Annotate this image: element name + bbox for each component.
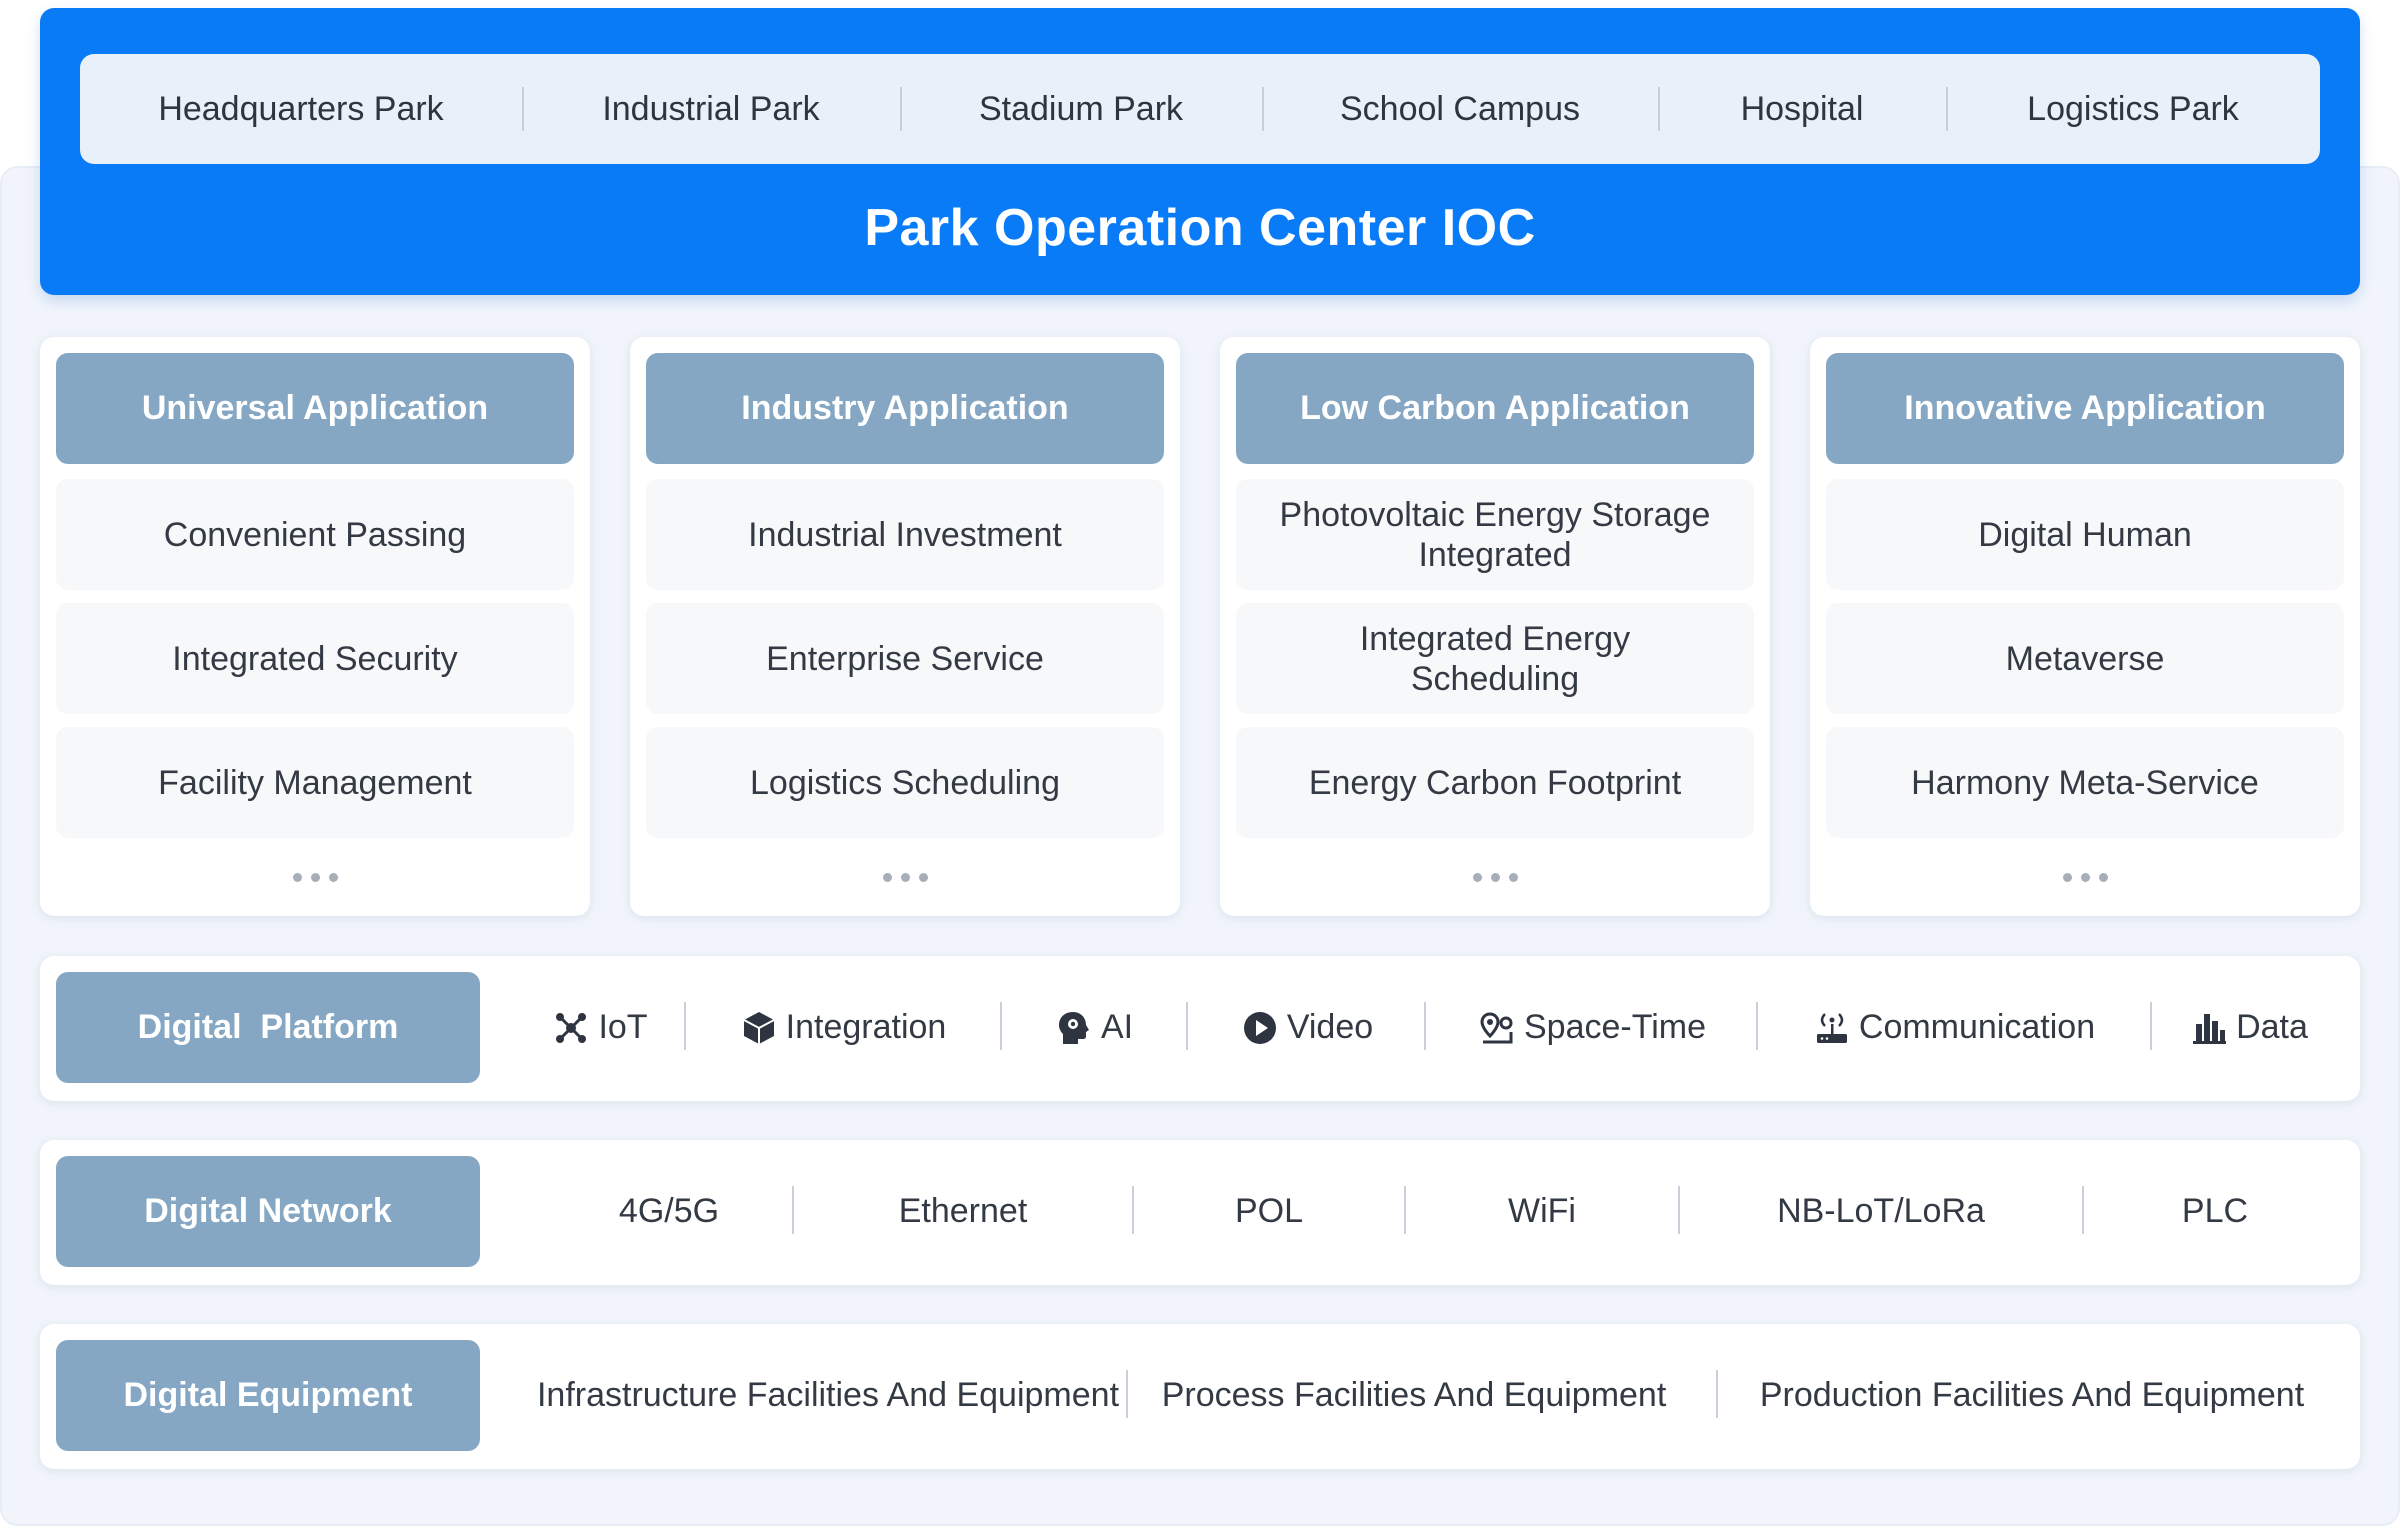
ai-head-icon [1055,1009,1093,1047]
divider [1756,1002,1758,1050]
platform-item-data: Data [2154,972,2344,1083]
app-item: Metaverse [1826,603,2344,714]
platform-item-iot: IoT [520,972,680,1083]
platform-item-label: Communication [1858,1008,2096,1046]
platform-item-ai: AI [1004,972,1184,1083]
divider [1186,1002,1188,1050]
divider [1000,1002,1002,1050]
divider [684,1002,686,1050]
app-column-title: Low Carbon Application [1236,353,1754,464]
app-column-title: Universal Application [56,353,574,464]
divider [1424,1002,1426,1050]
more-dots-icon [1220,867,1770,887]
app-item: Digital Human [1826,479,2344,590]
app-item: Harmony Meta-Service [1826,727,2344,838]
layer-title: Digital Network [56,1156,480,1267]
equipment-item: Production Facilities And Equipment [1759,1376,2305,1414]
park-tab-school: School Campus [1262,54,1658,164]
platform-item-label: IoT [598,1008,648,1046]
network-item: POL [1234,1192,1304,1230]
router-icon [1813,1009,1851,1047]
park-tab-industrial: Industrial Park [522,54,900,164]
app-item: Energy Carbon Footprint [1236,727,1754,838]
layer-title: Digital Equipment [56,1340,480,1451]
digital-platform-row: Digital Platform IoT Integration AI Vide… [40,956,2360,1101]
park-type-bar: Headquarters Park Industrial Park Stadiu… [80,54,2320,164]
more-dots-icon [630,867,1180,887]
network-item: Ethernet [898,1192,1028,1230]
app-column-title: Innovative Application [1826,353,2344,464]
play-icon [1241,1009,1279,1047]
network-item: NB-LoT/LoRa [1777,1192,1985,1230]
app-item: Integrated Security [56,603,574,714]
park-tab-headquarters: Headquarters Park [158,89,444,128]
divider [2150,1002,2152,1050]
platform-item-label: Data [2236,1008,2308,1046]
equipment-item: Process Facilities And Equipment [1161,1376,1667,1414]
network-item: WiFi [1508,1192,1576,1230]
location-icon [1478,1009,1516,1047]
app-item: Integrated Energy Scheduling [1236,603,1754,714]
platform-item-video: Video [1190,972,1424,1083]
cube-icon [740,1009,778,1047]
network-item: PLC [2181,1192,2249,1230]
app-column-title: Industry Application [646,353,1164,464]
park-tab-stadium: Stadium Park [900,54,1262,164]
platform-item-integration: Integration [688,972,998,1083]
more-dots-icon [40,867,590,887]
bar-chart-icon [2190,1009,2228,1047]
ioc-title: Park Operation Center IOC [864,199,1536,257]
app-item: Enterprise Service [646,603,1164,714]
app-item: Industrial Investment [646,479,1164,590]
ioc-block: Headquarters Park Industrial Park Stadiu… [40,8,2360,295]
app-item: Facility Management [56,727,574,838]
app-column-low-carbon: Low Carbon Application Photovoltaic Ener… [1220,337,1770,916]
digital-equipment-row: Digital Equipment Infrastructure Facilit… [40,1324,2360,1469]
network-item: 4G/5G [618,1192,720,1230]
more-dots-icon [1810,867,2360,887]
park-tab-logistics: Logistics Park [1946,54,2320,164]
platform-item-label: Video [1286,1008,1374,1046]
park-tab-hospital: Hospital [1658,54,1946,164]
platform-item-label: Space-Time [1523,1008,1707,1046]
app-column-universal: Universal Application Convenient Passing… [40,337,590,916]
app-item: Logistics Scheduling [646,727,1164,838]
layer-title: Digital Platform [56,972,480,1083]
equipment-item: Infrastructure Facilities And Equipment [536,1376,1120,1414]
platform-item-space-time: Space-Time [1428,972,1756,1083]
digital-network-row: Digital Network 4G/5G Ethernet POL WiFi … [40,1140,2360,1285]
platform-item-communication: Communication [1760,972,2148,1083]
app-column-innovative: Innovative Application Digital Human Met… [1810,337,2360,916]
app-column-industry: Industry Application Industrial Investme… [630,337,1180,916]
platform-item-label: AI [1100,1008,1134,1046]
iot-icon [552,1009,590,1047]
app-item: Photovoltaic Energy Storage Integrated [1236,479,1754,590]
platform-item-label: Integration [785,1008,947,1046]
app-item: Convenient Passing [56,479,574,590]
